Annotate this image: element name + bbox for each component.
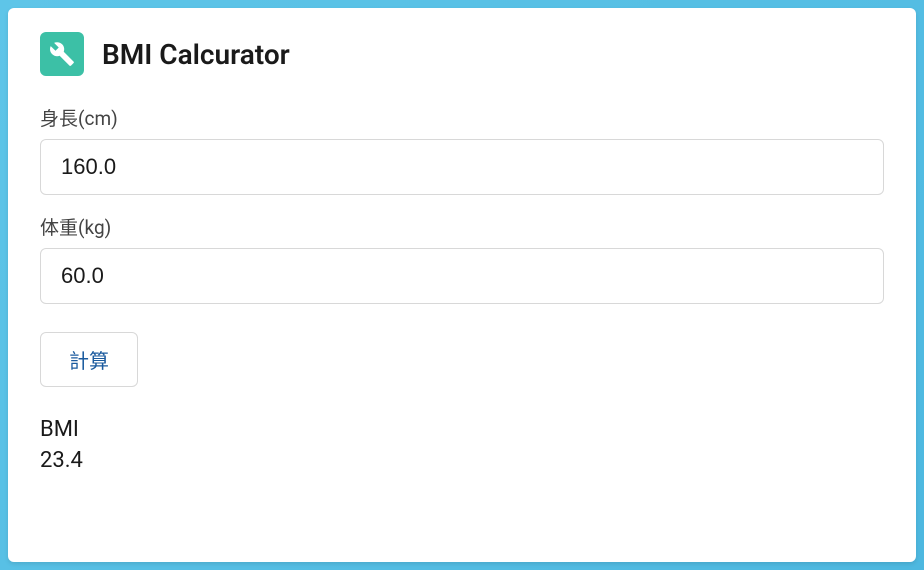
bmi-result-value: 23.4 bbox=[40, 446, 884, 477]
card-header: BMI Calcurator bbox=[40, 32, 884, 76]
wrench-icon bbox=[40, 32, 84, 76]
calculate-button[interactable]: 計算 bbox=[40, 332, 138, 387]
bmi-result-label: BMI bbox=[40, 415, 884, 446]
weight-field-group: 体重(kg) bbox=[40, 213, 884, 304]
weight-input[interactable] bbox=[40, 248, 884, 304]
result-section: BMI 23.4 bbox=[40, 415, 884, 477]
height-label: 身長(cm) bbox=[40, 104, 884, 131]
weight-label: 体重(kg) bbox=[40, 213, 884, 240]
bmi-calculator-card: BMI Calcurator 身長(cm) 体重(kg) 計算 BMI 23.4 bbox=[8, 8, 916, 562]
page-title: BMI Calcurator bbox=[102, 38, 290, 71]
height-field-group: 身長(cm) bbox=[40, 104, 884, 195]
height-input[interactable] bbox=[40, 139, 884, 195]
